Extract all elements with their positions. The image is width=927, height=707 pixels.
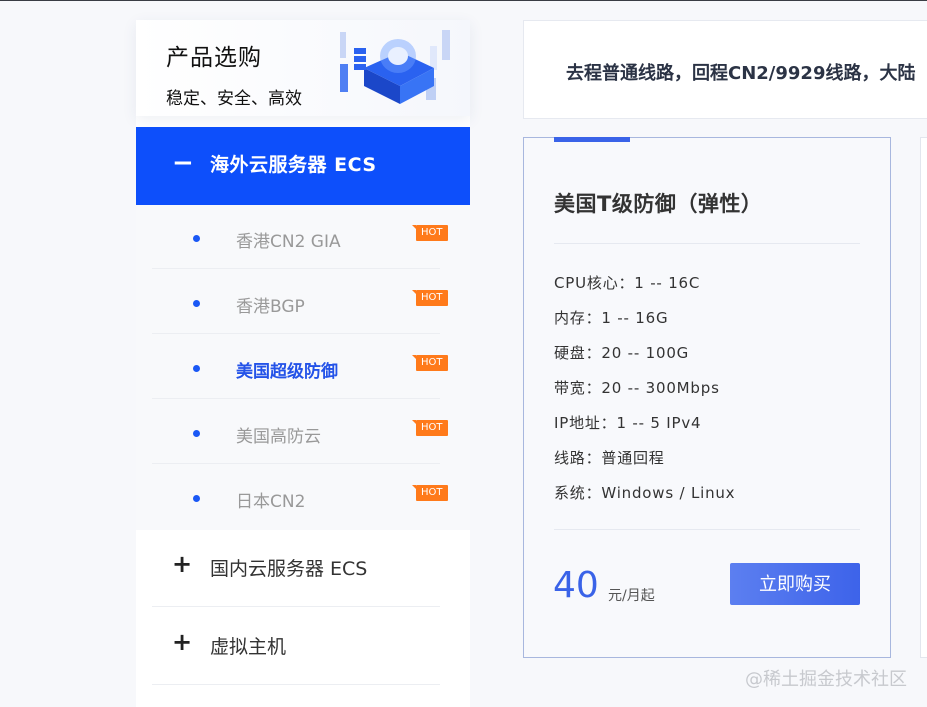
bullet-icon [193, 430, 200, 437]
sub-item-us-super-defense[interactable]: 美国超级防御 HOT [152, 335, 448, 399]
sub-item-label: 美国高防云 [236, 427, 321, 447]
category-label: 国内云服务器 ECS [210, 558, 368, 580]
hot-badge: HOT [412, 225, 448, 241]
divider [152, 463, 440, 464]
bullet-icon [193, 365, 200, 372]
category-label: 海外云服务器 ECS [210, 154, 377, 176]
product-sidebar: 产品选购 稳定、安全、高效 − 海外云服务器 ECS 香港CN2 GIA HOT [136, 20, 470, 707]
card-accent-tab [554, 137, 630, 142]
bullet-icon [193, 235, 200, 242]
banner-text: 去程普通线路，回程CN2/9929线路，大陆 [566, 63, 916, 84]
server-illustration-icon [340, 30, 450, 104]
sub-item-label: 美国超级防御 [236, 362, 338, 382]
divider [554, 243, 860, 244]
next-product-card [920, 137, 927, 658]
divider [152, 684, 440, 685]
watermark: @稀土掘金技术社区 [745, 669, 907, 690]
category-label: 虚拟主机 [210, 636, 287, 658]
category-domestic-ecs[interactable]: + 国内云服务器 ECS [152, 529, 440, 607]
top-border [0, 0, 927, 1]
price-unit: 元/月起 [608, 588, 655, 604]
category-overseas-ecs[interactable]: − 海外云服务器 ECS [136, 127, 470, 205]
spec-line: 线路：普通回程 [554, 449, 665, 467]
spec-memory: 内存：1 -- 16G [554, 309, 669, 327]
hot-badge: HOT [412, 290, 448, 306]
expand-icon: + [172, 628, 193, 656]
hot-badge: HOT [412, 420, 448, 436]
sidebar-title: 产品选购 [166, 45, 262, 71]
card-title: 美国T级防御（弹性） [554, 192, 763, 216]
divider [152, 268, 440, 269]
collapse-icon: − [172, 148, 194, 178]
spec-os: 系统：Windows / Linux [554, 484, 736, 502]
sub-item-us-high-defense-cloud[interactable]: 美国高防云 HOT [152, 400, 448, 464]
info-banner: 去程普通线路，回程CN2/9929线路，大陆 [523, 20, 927, 119]
hot-badge: HOT [412, 355, 448, 371]
buy-now-button[interactable]: 立即购买 [730, 563, 860, 605]
sidebar-header: 产品选购 稳定、安全、高效 [136, 20, 470, 116]
bullet-icon [193, 495, 200, 502]
price-value: 40 [553, 565, 599, 606]
divider [152, 333, 440, 334]
sub-item-label: 香港BGP [236, 297, 305, 317]
sidebar-subtitle: 稳定、安全、高效 [166, 89, 302, 109]
sub-category-list: 香港CN2 GIA HOT 香港BGP HOT 美国超级防御 HOT 美国高防云… [136, 205, 470, 530]
spec-cpu: CPU核心：1 -- 16C [554, 274, 701, 292]
spec-disk: 硬盘：20 -- 100G [554, 344, 690, 362]
divider [152, 398, 440, 399]
spec-ip: IP地址：1 -- 5 IPv4 [554, 414, 702, 432]
bullet-icon [193, 300, 200, 307]
sub-item-label: 香港CN2 GIA [236, 232, 341, 252]
hot-badge: HOT [412, 485, 448, 501]
sub-item-hk-bgp[interactable]: 香港BGP HOT [152, 270, 448, 334]
sub-item-hk-cn2-gia[interactable]: 香港CN2 GIA HOT [152, 205, 448, 269]
spec-bandwidth: 带宽：20 -- 300Mbps [554, 379, 720, 397]
sub-item-label: 日本CN2 [236, 492, 306, 512]
divider [554, 529, 860, 530]
category-virtual-host[interactable]: + 虚拟主机 [152, 607, 440, 685]
product-card: 美国T级防御（弹性） CPU核心：1 -- 16C 内存：1 -- 16G 硬盘… [523, 137, 891, 658]
expand-icon: + [172, 550, 193, 578]
sub-item-japan-cn2[interactable]: 日本CN2 HOT [152, 465, 448, 529]
